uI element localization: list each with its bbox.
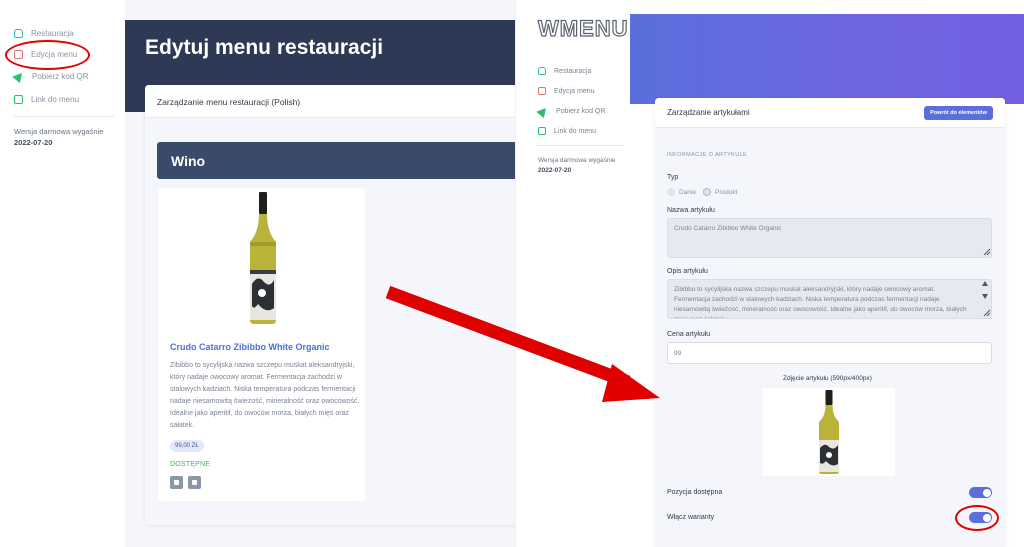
sidebar-item-label: Restauracja [554, 67, 592, 75]
sidebar-item-pobierz-kod-qr[interactable]: Pobierz kod QR [536, 104, 606, 118]
radio-label: Danie [679, 188, 696, 196]
radio-label: Produkt [715, 188, 738, 196]
annotation-circle-edycja-menu [5, 40, 90, 70]
resize-handle-icon[interactable] [983, 309, 991, 317]
database-icon [538, 67, 546, 75]
edit-product-button[interactable] [170, 476, 183, 489]
article-panel [655, 98, 1005, 547]
article-description-field[interactable]: Zibibbo to sycylijska nazwa szczepu musk… [667, 279, 992, 319]
article-price-field[interactable]: 99 [667, 342, 992, 364]
article-panel-title: Zarządzanie artykułami [667, 108, 750, 117]
section-heading: INFORMACJE O ARTYKULE [667, 152, 748, 158]
sidebar-item-label: Link do menu [554, 127, 597, 135]
version-text: Wersja darmowa wygaśnie [538, 157, 616, 164]
product-image [178, 188, 348, 330]
product-name[interactable]: Crudo Catarro Zibibbo White Organic [170, 342, 330, 352]
send-icon [536, 104, 550, 118]
sidebar-item-restauracja[interactable]: Restauracja [14, 26, 74, 40]
sidebar-divider [537, 145, 623, 146]
edit-icon [538, 87, 546, 95]
category-header[interactable] [157, 142, 520, 179]
article-name-field[interactable]: Crudo Catarro Zibibbo White Organic [667, 218, 992, 258]
sidebar-item-link-do-menu[interactable]: Link do menu [14, 92, 79, 106]
sidebar-item-restauracja[interactable]: Restauracja [538, 65, 591, 77]
sidebar-item-label: Pobierz kod QR [32, 71, 89, 81]
price-label: Cena artykułu [667, 331, 711, 338]
sidebar-divider [14, 116, 114, 117]
sidebar-item-label: Restauracja [31, 28, 74, 38]
product-description: Zibibbo to sycylijska nazwa szczepu musk… [170, 362, 360, 429]
back-to-elements-button[interactable]: Powrót do elementów [924, 106, 993, 120]
page-title: Edytuj menu restauracji [145, 36, 384, 59]
description-label: Opis artykułu [667, 268, 708, 275]
version-date: 2022-07-20 [14, 138, 53, 147]
type-label: Typ [667, 174, 679, 181]
article-image[interactable] [763, 388, 895, 476]
scroll-up-icon[interactable] [982, 281, 988, 286]
category-title: Wino [171, 153, 206, 169]
radio-produkt[interactable]: Produkt [703, 188, 737, 196]
availability-status: DOSTĘPNE [170, 461, 211, 468]
header-gradient [630, 14, 1024, 104]
sidebar-item-label: Edycja menu [554, 87, 595, 95]
sidebar-item-link-do-menu[interactable]: Link do menu [538, 125, 596, 137]
sidebar-item-pobierz-kod-qr[interactable]: Pobierz kod QR [12, 69, 89, 83]
variants-label: Włącz warianty [667, 514, 715, 521]
radio-circle-selected [703, 188, 711, 196]
tutorial-composite: Restauracja Edycja menu Pobierz kod QR L… [0, 0, 1024, 547]
version-text: Wersja darmowa wygaśnie [14, 127, 104, 136]
radio-danie[interactable]: Danie [667, 188, 696, 196]
sidebar-item-label: Link do menu [31, 94, 80, 104]
version-info: Wersja darmowa wygaśnie 2022-07-20 [538, 156, 616, 176]
radio-circle [667, 188, 675, 196]
sidebar-item-label: Pobierz kod QR [556, 107, 606, 115]
version-info: Wersja darmowa wygaśnie 2022-07-20 [14, 126, 103, 148]
app-logo: WMENU [537, 15, 629, 41]
database-icon [14, 28, 23, 38]
left-sidebar: Restauracja Edycja menu Pobierz kod QR L… [0, 0, 125, 547]
price-badge: 99,00 ZŁ [170, 440, 204, 452]
available-label: Pozycja dostępna [667, 489, 723, 496]
annotation-circle-variants-toggle [955, 505, 999, 531]
scroll-down-icon[interactable] [982, 294, 988, 299]
sidebar-item-edycja-menu[interactable]: Edycja menu [538, 85, 594, 97]
delete-product-button[interactable] [188, 476, 201, 489]
version-date: 2022-07-20 [538, 167, 572, 174]
wine-bottle-image [819, 390, 839, 474]
menu-card-title: Zarządzanie menu restauracji (Polish) [157, 97, 301, 107]
send-icon [12, 69, 26, 83]
wine-bottle-image [250, 192, 276, 324]
name-label: Nazwa artykułu [667, 207, 715, 214]
available-toggle[interactable] [969, 487, 992, 498]
resize-handle-icon[interactable] [983, 248, 991, 256]
image-caption: Zdjęcie artykułu (590px/400px) [783, 375, 872, 382]
link-icon [538, 127, 546, 135]
link-icon [14, 94, 23, 104]
